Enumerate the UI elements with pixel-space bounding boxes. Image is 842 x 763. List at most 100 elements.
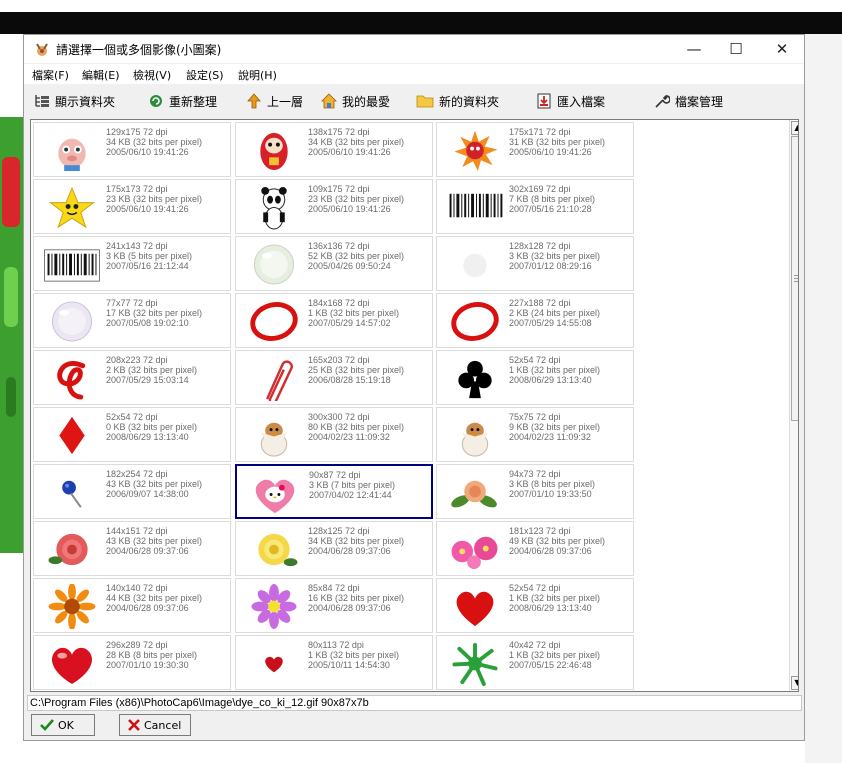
vertical-scrollbar[interactable]: ▲ ▼ — [789, 120, 798, 691]
new-folder-button[interactable]: 新的資料夾 — [416, 90, 499, 112]
menu-edit[interactable]: 編輯(E) — [82, 67, 120, 83]
ok-button[interactable]: OK — [31, 714, 95, 736]
up-one-level-button[interactable]: 上一層 — [246, 90, 303, 112]
image-thumbnail-cell[interactable]: 90x87 72 dpi 3 KB (7 bits per pixel) 2007/… — [235, 464, 433, 519]
heart-suit-icon — [456, 591, 494, 627]
image-thumbnail-cell[interactable]: 181x123 72 dpi 49 KB (32 bits per pixel) 2… — [436, 521, 634, 576]
image-file-size: 16 KB (32 bits per pixel) — [308, 593, 405, 603]
image-dimensions: 129x175 72 dpi — [106, 127, 168, 137]
image-thumbnail-cell[interactable]: 52x54 72 dpi 0 KB (32 bits per pixel) 2008… — [33, 407, 231, 462]
image-thumbnail-cell[interactable]: 128x128 72 dpi 3 KB (32 bits per pixel) 20… — [436, 236, 634, 291]
menu-file[interactable]: 檔案(F) — [32, 67, 69, 83]
file-management-button[interactable]: 檔案管理 — [654, 90, 723, 112]
image-thumbnail-cell[interactable]: 300x300 72 dpi 80 KB (32 bits per pixel) 2… — [235, 407, 433, 462]
image-info: 182x254 72 dpi 43 KB (32 bits per pixel) 2… — [106, 469, 202, 499]
scroll-down-arrow-icon[interactable]: ▼ — [791, 676, 798, 690]
image-file-size: 49 KB (32 bits per pixel) — [509, 536, 606, 546]
image-date: 2004/06/28 09:37:06 — [106, 603, 189, 613]
image-info: 302x169 72 dpi 7 KB (8 bits per pixel) 200… — [509, 184, 595, 214]
barcode-small-icon — [44, 249, 100, 282]
menu-view[interactable]: 檢視(V) — [133, 67, 171, 83]
image-file-size: 17 KB (32 bits per pixel) — [106, 308, 203, 318]
image-file-size: 1 KB (32 bits per pixel) — [308, 308, 400, 318]
image-date: 2007/05/16 21:10:28 — [509, 204, 592, 214]
image-thumbnail-cell[interactable]: 227x188 72 dpi 2 KB (24 bits per pixel) 20… — [436, 293, 634, 348]
image-thumbnail-cell[interactable]: 241x143 72 dpi 3 KB (5 bits per pixel) 200… — [33, 236, 231, 291]
image-thumbnail-cell[interactable]: 140x140 72 dpi 44 KB (32 bits per pixel) 2… — [33, 578, 231, 633]
image-info: 144x151 72 dpi 43 KB (32 bits per pixel) 2… — [106, 526, 202, 556]
minimize-button[interactable]: — — [674, 35, 714, 63]
image-dimensions: 140x140 72 dpi — [106, 583, 168, 593]
image-info: 181x123 72 dpi 49 KB (32 bits per pixel) 2… — [509, 526, 605, 556]
image-dimensions: 94x73 72 dpi — [509, 469, 561, 479]
menu-settings[interactable]: 設定(S) — [186, 67, 224, 83]
refresh-icon — [150, 95, 162, 107]
image-thumbnail-cell[interactable]: 40x42 72 dpi 1 KB (32 bits per pixel) 2007… — [436, 635, 634, 690]
image-thumbnail-cell[interactable]: 109x175 72 dpi 23 KB (32 bits per pixel) 2… — [235, 179, 433, 234]
image-dimensions: 302x169 72 dpi — [509, 184, 571, 194]
refresh-button[interactable]: 重新整理 — [148, 90, 217, 112]
image-thumbnail-cell[interactable]: 175x171 72 dpi 31 KB (32 bits per pixel) 2… — [436, 122, 634, 177]
image-dimensions: 144x151 72 dpi — [106, 526, 168, 536]
image-thumbnail-cell[interactable]: 85x84 72 dpi 16 KB (32 bits per pixel) 200… — [235, 578, 433, 633]
favorites-button[interactable]: 我的最愛 — [321, 90, 390, 112]
image-file-size: 44 KB (32 bits per pixel) — [106, 593, 203, 603]
image-date: 2008/06/29 13:13:40 — [106, 432, 189, 442]
image-thumbnail-cell[interactable]: 165x203 72 dpi 25 KB (32 bits per pixel) 2… — [235, 350, 433, 405]
menu-help[interactable]: 說明(H) — [238, 67, 277, 83]
background-panel — [805, 34, 842, 763]
image-date: 2006/08/28 15:19:18 — [308, 375, 391, 385]
show-folder-button[interactable]: 顯示資料夾 — [34, 90, 115, 112]
image-thumbnail-cell[interactable]: 144x151 72 dpi 43 KB (32 bits per pixel) 2… — [33, 521, 231, 576]
image-thumbnail-cell[interactable]: 136x136 72 dpi 52 KB (32 bits per pixel) 2… — [235, 236, 433, 291]
image-thumbnail-cell[interactable]: 184x168 72 dpi 1 KB (32 bits per pixel) 20… — [235, 293, 433, 348]
image-thumbnail-cell[interactable]: 52x54 72 dpi 1 KB (32 bits per pixel) 2008… — [436, 350, 634, 405]
image-dimensions: 136x136 72 dpi — [308, 241, 370, 251]
image-thumbnail-cell[interactable]: 175x173 72 dpi 23 KB (32 bits per pixel) 2… — [33, 179, 231, 234]
top-dark-bar — [0, 12, 842, 34]
image-file-size: 2 KB (32 bits per pixel) — [106, 365, 198, 375]
green-splat-icon — [452, 642, 498, 686]
red-rose-icon — [48, 533, 88, 566]
scrollbar-thumb[interactable] — [791, 136, 798, 421]
image-file-size: 3 KB (32 bits per pixel) — [509, 251, 601, 261]
maximize-button[interactable]: ☐ — [716, 35, 756, 63]
image-file-size: 23 KB (32 bits per pixel) — [308, 194, 405, 204]
image-date: 2007/05/29 14:57:02 — [308, 318, 391, 328]
image-date: 2005/06/10 19:41:26 — [509, 147, 592, 157]
image-thumbnail-cell[interactable]: 296x289 72 dpi 28 KB (8 bits per pixel) 20… — [33, 635, 231, 690]
image-thumbnail-cell[interactable]: 52x54 72 dpi 1 KB (32 bits per pixel) 2008… — [436, 578, 634, 633]
image-file-size: 23 KB (32 bits per pixel) — [106, 194, 203, 204]
image-dimensions: 175x171 72 dpi — [509, 127, 571, 137]
close-button[interactable]: ✕ — [762, 35, 802, 63]
image-thumbnail-cell[interactable]: 129x175 72 dpi 34 KB (32 bits per pixel) 2… — [33, 122, 231, 177]
image-file-size: 0 KB (32 bits per pixel) — [106, 422, 198, 432]
image-file-size: 34 KB (32 bits per pixel) — [308, 536, 405, 546]
image-date: 2005/10/11 14:54:30 — [308, 660, 390, 670]
bubble-icon — [51, 301, 93, 342]
image-file-size: 43 KB (32 bits per pixel) — [106, 536, 203, 546]
image-thumbnail-cell[interactable]: 138x175 72 dpi 34 KB (32 bits per pixel) 2… — [235, 122, 433, 177]
image-thumbnail-cell[interactable]: 80x113 72 dpi 1 KB (32 bits per pixel) 200… — [235, 635, 433, 690]
image-info: 296x289 72 dpi 28 KB (8 bits per pixel) 20… — [106, 640, 197, 670]
image-thumbnail-cell[interactable]: 182x254 72 dpi 43 KB (32 bits per pixel) 2… — [33, 464, 231, 519]
image-thumbnail-cell[interactable]: 77x77 72 dpi 17 KB (32 bits per pixel) 200… — [33, 293, 231, 348]
image-thumbnail-cell[interactable]: 75x75 72 dpi 9 KB (32 bits per pixel) 2004… — [436, 407, 634, 462]
chick-egg-icon — [260, 422, 288, 457]
cartoon-sun-icon — [454, 130, 498, 172]
image-thumbnail-cell[interactable]: 208x223 72 dpi 2 KB (32 bits per pixel) 20… — [33, 350, 231, 405]
image-thumbnail-cell[interactable]: 302x169 72 dpi 7 KB (8 bits per pixel) 200… — [436, 179, 634, 234]
status-path: C:\Program Files (x86)\PhotoCap6\Image\d… — [27, 695, 802, 711]
import-file-button[interactable]: 匯入檔案 — [536, 90, 605, 112]
cancel-button[interactable]: Cancel — [119, 714, 191, 736]
purple-flower-icon — [251, 584, 297, 629]
import-file-icon — [537, 93, 551, 109]
image-info: 75x75 72 dpi 9 KB (32 bits per pixel) 2004… — [509, 412, 600, 442]
image-dimensions: 52x54 72 dpi — [509, 355, 561, 365]
scroll-up-arrow-icon[interactable]: ▲ — [791, 121, 798, 135]
image-date: 2006/09/07 14:38:00 — [106, 489, 189, 499]
image-thumbnail-cell[interactable]: 128x125 72 dpi 34 KB (32 bits per pixel) 2… — [235, 521, 433, 576]
image-info: 77x77 72 dpi 17 KB (32 bits per pixel) 200… — [106, 298, 202, 328]
image-thumbnail-cell[interactable]: 94x73 72 dpi 3 KB (8 bits per pixel) 2007/… — [436, 464, 634, 519]
image-dimensions: 75x75 72 dpi — [509, 412, 561, 422]
